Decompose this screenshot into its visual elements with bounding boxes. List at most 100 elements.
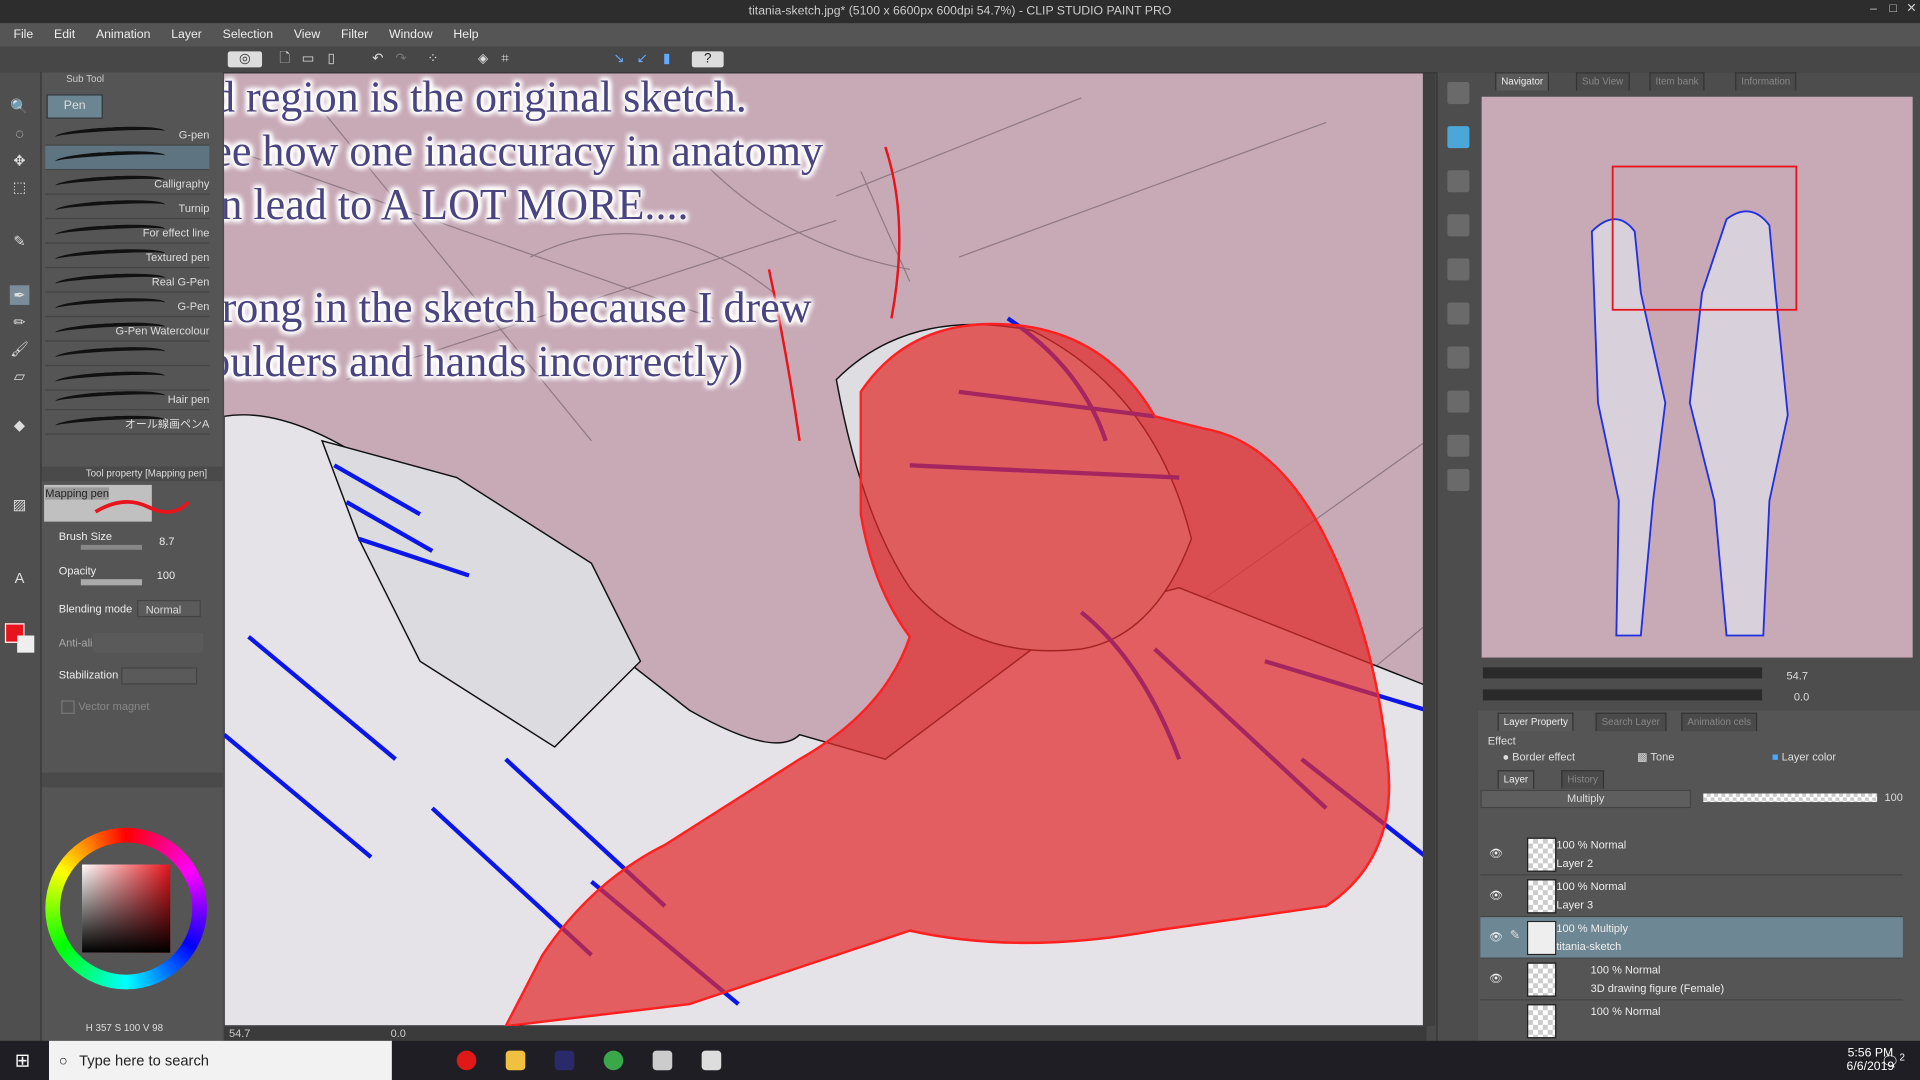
layer-row-selected[interactable]: 👁 ✎ 100 % Multiply titania-sketch (1480, 917, 1903, 959)
panel-icon[interactable] (1447, 170, 1470, 193)
lasso-tool-icon[interactable]: ◌ (10, 124, 30, 144)
brush-item[interactable]: G-pen (45, 121, 209, 146)
notification-icon[interactable]: 🗨2 (1881, 1052, 1905, 1070)
menu-view[interactable]: View (294, 28, 328, 41)
transform-icon[interactable]: ⌗ (497, 51, 513, 67)
pencil-tool-icon[interactable]: ✏ (10, 312, 30, 332)
tab-navigator[interactable]: Navigator (1495, 72, 1550, 91)
ruler-icon[interactable]: ↘ (611, 51, 627, 67)
navigator-preview[interactable] (1481, 96, 1913, 658)
sub-tool-tab[interactable]: Sub Tool (66, 73, 104, 88)
image-icon[interactable] (1447, 390, 1470, 413)
text-tool-icon[interactable]: A (10, 568, 30, 588)
blending-mode-select[interactable]: Normal (137, 600, 201, 618)
open-folder-icon[interactable]: ▭ (300, 51, 316, 67)
tab-animation-cels[interactable]: Animation cels (1681, 712, 1758, 732)
tab-layer-property[interactable]: Layer Property (1497, 712, 1575, 732)
tab-layer[interactable]: Layer (1497, 770, 1535, 789)
navigator-rotation-slider[interactable] (1482, 689, 1763, 701)
eyedropper-icon[interactable]: ✎ (10, 231, 30, 251)
brush-item[interactable]: For effect line (45, 219, 209, 244)
brush-item[interactable]: Textured pen (45, 244, 209, 269)
navigator-zoom-slider[interactable] (1482, 667, 1763, 679)
snap-icon[interactable]: ↙ (634, 51, 650, 67)
clip-studio-icon[interactable] (652, 1050, 673, 1071)
menu-animation[interactable]: Animation (96, 28, 158, 41)
brush-item[interactable]: Real G-Pen (45, 268, 209, 293)
material-icon[interactable] (1447, 82, 1470, 105)
close-panel-icon[interactable] (1447, 126, 1470, 149)
eye-icon[interactable]: 👁 (1489, 889, 1503, 902)
menu-window[interactable]: Window (389, 28, 440, 41)
sub-color-swatch[interactable] (17, 635, 35, 653)
tab-search-layer[interactable]: Search Layer (1595, 712, 1667, 732)
brush-item[interactable]: G-Pen (45, 293, 209, 318)
after-effects-icon[interactable] (554, 1050, 575, 1071)
taskbar-search[interactable]: ○ Type here to search (48, 1040, 392, 1080)
opera-icon[interactable] (456, 1050, 477, 1071)
brush-item[interactable]: Turnip (45, 195, 209, 220)
brush-item[interactable]: Calligraphy (45, 170, 209, 195)
menu-selection[interactable]: Selection (223, 28, 281, 41)
save-icon[interactable]: ▯ (323, 51, 339, 67)
clip-studio-icon[interactable]: ◎ (227, 51, 263, 68)
redo-icon[interactable]: ↷ (393, 51, 409, 67)
maximize-button[interactable]: □ (1887, 3, 1899, 16)
layer-row[interactable]: 👁 100 % Normal 3D drawing figure (Female) (1480, 959, 1903, 1001)
eraser-tool-icon[interactable]: ▱ (10, 366, 30, 386)
blend-mode-select[interactable]: Multiply (1480, 789, 1692, 809)
canvas-vertical-scrollbar[interactable] (1422, 73, 1436, 1027)
close-button[interactable]: ✕ (1905, 3, 1917, 16)
file-explorer-icon[interactable] (505, 1050, 526, 1071)
eye-icon[interactable]: 👁 (1489, 847, 1503, 860)
panel-icon[interactable] (1447, 434, 1470, 457)
layer-row[interactable]: 100 % Normal (1480, 1000, 1902, 1039)
canvas-zoom-value[interactable]: 54.7 (229, 1027, 250, 1039)
menu-file[interactable]: File (13, 28, 40, 41)
canvas-rotation-value[interactable]: 0.0 (391, 1027, 406, 1039)
fill-tool-icon[interactable]: ◆ (10, 415, 30, 435)
pen-tool-icon[interactable]: ✒ (9, 285, 30, 305)
layer-opacity-slider[interactable] (1703, 793, 1878, 803)
eye-icon[interactable]: 👁 (1489, 972, 1503, 985)
tone-icon[interactable] (1447, 214, 1470, 237)
tab-sub-view[interactable]: Sub View (1575, 72, 1630, 91)
help-icon[interactable]: ? (691, 51, 724, 68)
opacity-slider[interactable] (80, 579, 143, 586)
tab-history[interactable]: History (1561, 770, 1604, 789)
brush-size-slider[interactable] (80, 544, 143, 550)
tone-button[interactable]: ▩ Tone (1637, 751, 1674, 764)
brush-item[interactable]: G-Pen Watercolour (45, 317, 209, 342)
saturation-value-square[interactable] (82, 864, 171, 953)
brush-item[interactable] (45, 342, 210, 367)
undo-icon[interactable]: ↶ (370, 51, 386, 67)
tab-information[interactable]: Information (1735, 72, 1797, 91)
brush-tool-icon[interactable]: 🖌 (10, 339, 30, 359)
menu-help[interactable]: Help (453, 28, 486, 41)
brush-item[interactable]: オール線画ペンA (45, 410, 209, 435)
zoom-tool-icon[interactable]: 🔍 (10, 97, 30, 117)
figure-icon[interactable] (1447, 468, 1470, 492)
color-wheel[interactable] (45, 827, 207, 990)
panel-icon[interactable] (1447, 258, 1470, 281)
brush-item-selected[interactable] (45, 145, 210, 171)
menu-layer[interactable]: Layer (171, 28, 209, 41)
antialias-selector[interactable] (93, 633, 204, 653)
selection-icon[interactable]: ⁘ (425, 51, 441, 67)
eye-icon[interactable]: 👁 (1489, 931, 1503, 944)
panel-icon[interactable] (1447, 302, 1470, 325)
tab-item-bank[interactable]: Item bank (1649, 72, 1705, 91)
drawing-canvas[interactable]: the red region is the original sketch. Y… (224, 73, 1427, 1027)
pen-snap-icon[interactable]: ▮ (659, 51, 675, 67)
opacity-value[interactable]: 100 (157, 569, 175, 581)
menu-edit[interactable]: Edit (54, 28, 82, 41)
fill-icon[interactable]: ◈ (475, 51, 491, 67)
move-tool-icon[interactable]: ✥ (10, 151, 30, 171)
minimize-button[interactable]: – (1867, 3, 1879, 16)
windows-start-icon[interactable]: ⊞ (15, 1049, 30, 1072)
image-icon[interactable] (1447, 346, 1470, 369)
layer-color-button[interactable]: ■ Layer color (1772, 751, 1836, 763)
select-tool-icon[interactable]: ⬚ (10, 178, 30, 198)
brush-size-value[interactable]: 8.7 (159, 535, 174, 547)
layer-row[interactable]: 👁 100 % Normal Layer 2 (1480, 834, 1903, 876)
